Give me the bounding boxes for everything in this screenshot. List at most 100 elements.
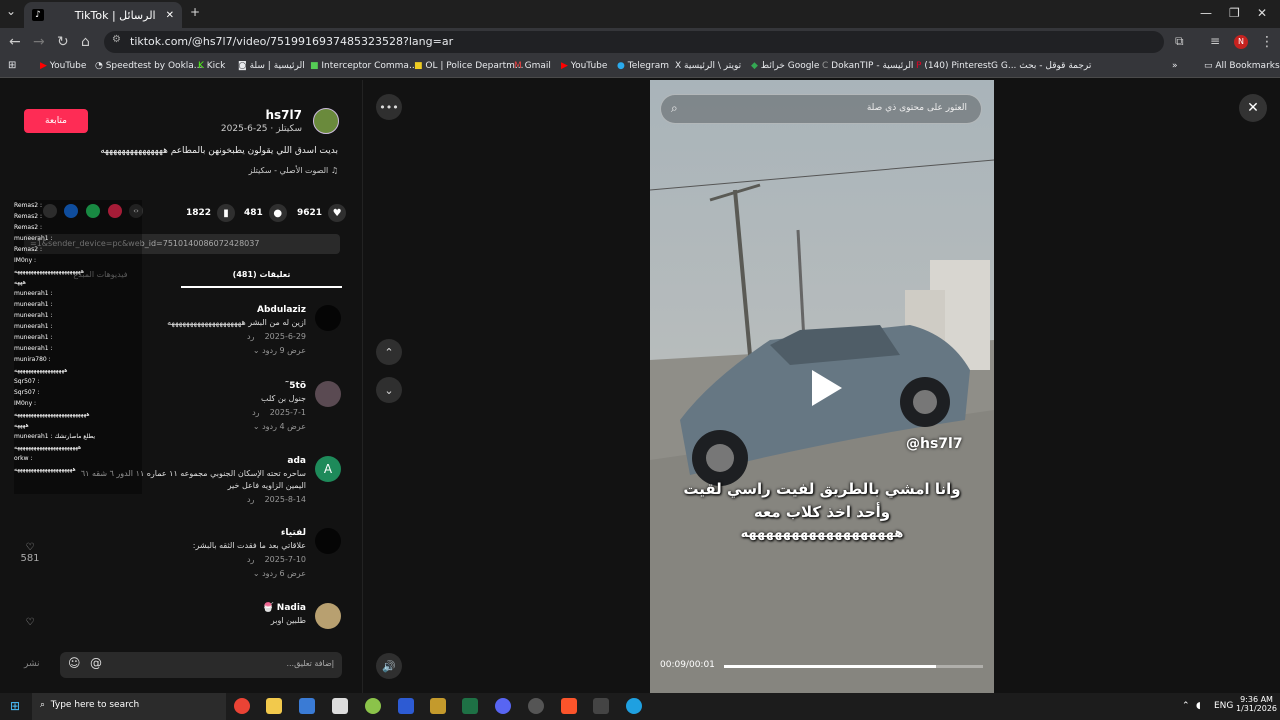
bookmark-item[interactable]: ◙ الرئيسية | سلة <box>238 61 305 71</box>
app-icon[interactable] <box>528 698 544 714</box>
input-language[interactable]: ENG <box>1214 701 1233 711</box>
comment-avatar[interactable]: A <box>315 456 341 482</box>
bookmark-item[interactable]: ■ OL | Police Departm... <box>414 61 523 71</box>
reply-button[interactable]: رد <box>247 555 254 564</box>
post-sound[interactable]: ♫ الصوت الأصلي - سكيتلز <box>249 166 338 175</box>
file-explorer-icon[interactable] <box>266 698 282 714</box>
video-search-input[interactable]: العثور على محتوى ذي صلة ⌕ <box>660 94 982 124</box>
chat-overlay-line: muneerah1 : <box>14 312 53 319</box>
windows-start-icon[interactable]: ⊞ <box>10 699 20 713</box>
brave-icon[interactable] <box>561 698 577 714</box>
tab-close-icon[interactable]: ✕ <box>166 10 174 21</box>
app-icon[interactable] <box>430 698 446 714</box>
bookmark-item[interactable]: ▶ YouTube <box>561 61 607 71</box>
back-icon[interactable]: ← <box>9 34 21 50</box>
clock[interactable]: 9:36 AM 1/31/2026 <box>1236 695 1277 713</box>
menu-list-icon[interactable]: ≡ <box>1210 34 1220 48</box>
view-replies[interactable]: عرض 9 ردود ⌄ <box>167 346 306 355</box>
bookmark-item[interactable]: ◆ خرائط Google <box>751 61 819 71</box>
comment-avatar[interactable] <box>315 528 341 554</box>
next-video-icon[interactable]: ⌄ <box>376 377 402 403</box>
view-replies[interactable]: عرض 6 ردود ⌄ <box>193 569 306 578</box>
bookmark-icon: ▮ <box>217 204 236 222</box>
app-icon[interactable] <box>398 698 414 714</box>
excel-icon[interactable] <box>462 698 478 714</box>
more-bookmarks-icon[interactable]: » <box>1172 61 1178 71</box>
heart-icon: ♥ <box>328 204 347 222</box>
store-icon[interactable] <box>299 698 315 714</box>
bookmark-item[interactable]: P (140) Pinterest <box>916 61 991 71</box>
all-bookmarks[interactable]: ▭ All Bookmarks <box>1204 61 1280 71</box>
comment-stat[interactable]: 481 ● <box>244 204 287 222</box>
kebab-menu-icon[interactable]: ⋮ <box>1260 34 1274 50</box>
volume-icon[interactable]: 🔊 <box>376 653 402 679</box>
follow-button[interactable]: متابعة <box>24 109 88 133</box>
browser-tab[interactable]: ♪ TikTok | الرسائل ✕ <box>24 2 182 28</box>
comment-like[interactable]: ♡ <box>16 617 44 628</box>
comment-avatar[interactable] <box>315 381 341 407</box>
bookmark-item[interactable]: X تويتر \ الرئيسية <box>675 61 741 71</box>
progress-track[interactable] <box>724 665 983 668</box>
mail-icon[interactable] <box>332 698 348 714</box>
emoji-icon[interactable]: ☺ <box>68 656 81 670</box>
edge-icon[interactable] <box>626 698 642 714</box>
bookmark-item[interactable]: ● Telegram <box>617 61 669 71</box>
post-comment-button[interactable]: نشر <box>24 659 40 669</box>
comment-author[interactable]: Abdulaziz <box>167 305 306 315</box>
profile-avatar[interactable]: N <box>1234 35 1248 49</box>
site-info-icon[interactable]: ⚙ <box>112 34 121 45</box>
bookmark-item[interactable]: K Kick <box>198 61 225 71</box>
settings-gear-icon[interactable] <box>593 698 609 714</box>
previous-video-icon[interactable]: ⌃ <box>376 339 402 365</box>
reload-icon[interactable]: ↻ <box>57 34 69 50</box>
like-stat[interactable]: 9621 ♥ <box>297 204 347 222</box>
reply-button[interactable]: رد <box>252 408 259 417</box>
speaker-icon[interactable]: ◖ <box>1196 701 1201 711</box>
minimize-icon[interactable]: — <box>1200 6 1212 20</box>
bookmark-item[interactable]: G G... ترجمة قوقل - بحث <box>991 61 1091 71</box>
tray-chevron-icon[interactable]: ⌃ <box>1182 701 1190 711</box>
new-tab-icon[interactable]: + <box>190 5 200 19</box>
discord-icon[interactable] <box>495 698 511 714</box>
window-close-icon[interactable]: ✕ <box>1257 6 1267 20</box>
url-field[interactable]: ⚙ tiktok.com/@hs7l7/video/751991693748532… <box>104 31 1164 53</box>
save-stat[interactable]: 1822 ▮ <box>186 204 236 222</box>
mention-icon[interactable]: @ <box>90 656 102 670</box>
video-caption-line: ههههههههههههههههههه <box>740 526 904 541</box>
comment-like[interactable]: ♡ 581 <box>16 542 44 564</box>
home-icon[interactable]: ⌂ <box>81 34 90 50</box>
comment-author[interactable]: لفتياء <box>193 528 306 538</box>
tab-search-icon[interactable]: ⌄ <box>6 4 16 18</box>
tab-comments[interactable]: تعليقات (481) <box>181 266 342 288</box>
comment-date: 2025-7-10 <box>264 555 306 564</box>
comment-avatar[interactable] <box>315 603 341 629</box>
chat-overlay-line: ههههههههههههههههههههههههههه <box>14 411 90 418</box>
apps-grid-icon[interactable]: ⊞ <box>8 60 16 71</box>
comment-author[interactable]: Nadia 🍧 <box>262 603 306 613</box>
author-username[interactable]: hs7l7 <box>266 108 303 122</box>
bookmark-item[interactable]: ▶ YouTube <box>40 61 86 71</box>
view-replies[interactable]: عرض 4 ردود ⌄ <box>252 422 306 431</box>
extensions-icon[interactable]: ⧉ <box>1175 34 1184 49</box>
chat-overlay-line: هههههههههههههههههههههه <box>14 466 76 473</box>
video-player[interactable]: العثور على محتوى ذي صلة ⌕ @hs7l7 وانا امش… <box>650 80 994 693</box>
reply-button[interactable]: رد <box>247 332 254 341</box>
taskbar-search-input[interactable]: ⌕ Type here to search <box>32 693 226 720</box>
reply-button[interactable]: رد <box>247 495 254 504</box>
comment-input[interactable]: إضافة تعليق... ☺ @ <box>60 652 342 678</box>
forward-icon[interactable]: → <box>33 34 45 50</box>
comment-date: 2025-7-1 <box>269 408 306 417</box>
bookmark-item[interactable]: ◔ Speedtest by Ookla... <box>95 61 202 71</box>
bookmark-item[interactable]: M Gmail <box>514 61 551 71</box>
restore-icon[interactable]: ❐ <box>1229 6 1240 20</box>
comment-avatar[interactable] <box>315 305 341 331</box>
comment-author[interactable]: 5tõ˜ <box>252 381 306 391</box>
close-video-icon[interactable]: ✕ <box>1239 94 1267 122</box>
bookmark-item[interactable]: ■ Interceptor Comma... <box>310 61 418 71</box>
chat-overlay-line: Remas2 : <box>14 246 42 253</box>
app-icon[interactable] <box>365 698 381 714</box>
chrome-icon[interactable] <box>234 698 250 714</box>
bookmark-item[interactable]: C DokanTIP - الرئيسية <box>822 61 913 71</box>
more-options-icon[interactable]: ••• <box>376 94 402 120</box>
author-avatar[interactable] <box>313 108 339 134</box>
